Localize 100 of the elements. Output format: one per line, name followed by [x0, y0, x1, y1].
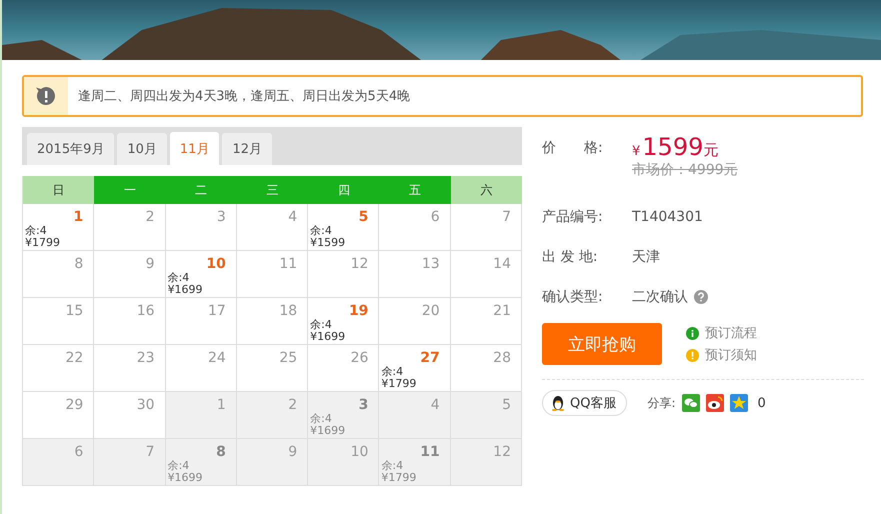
seats-left: 余:4 [310, 319, 333, 331]
day-cell[interactable]: 14 [450, 251, 522, 298]
day-cell[interactable]: 30 [94, 392, 166, 439]
day-cell[interactable]: 19 余:4 ¥1699 [308, 298, 380, 345]
day-cell[interactable]: 8 [23, 251, 94, 298]
day-number: 14 [493, 256, 511, 272]
day-number: 15 [65, 303, 84, 319]
day-cell[interactable]: 18 [236, 298, 308, 345]
notice-text: 逢周二、周四出发为4天3晚，逢周五、周日出发为5天4晚 [78, 88, 410, 105]
day-cell[interactable]: 6 [379, 204, 451, 251]
day-cell[interactable]: 22 [23, 345, 94, 392]
detail-value: 二次确认 [632, 288, 688, 306]
day-cell[interactable]: 21 [450, 298, 522, 345]
day-number: 17 [208, 303, 226, 319]
day-number: 28 [493, 350, 511, 366]
day-cell[interactable]: 9 [94, 251, 166, 298]
price-unit: 元 [703, 141, 718, 160]
day-number: 6 [430, 209, 440, 225]
booking-link[interactable]: 预订须知 [705, 346, 757, 364]
day-cell[interactable]: 13 [379, 251, 451, 298]
day-cell[interactable]: 11 [236, 251, 308, 298]
day-number: 24 [208, 350, 226, 366]
day-cell[interactable]: 15 [23, 298, 94, 345]
month-tab[interactable]: 2015年9月 [27, 133, 114, 165]
day-cell[interactable]: 1 [166, 392, 237, 439]
seats-left: 余:4 [168, 272, 190, 284]
day-cell[interactable]: 26 [308, 345, 380, 392]
day-number: 22 [65, 350, 84, 366]
month-tab[interactable]: 12月 [222, 133, 272, 165]
month-tab[interactable]: 11月 [170, 132, 220, 165]
day-cell[interactable]: 5 余:4 ¥1599 [308, 204, 380, 251]
day-number: 12 [350, 256, 368, 272]
day-cell[interactable]: 24 [166, 345, 237, 392]
day-cell[interactable]: 9 [236, 439, 308, 486]
day-cell[interactable]: 29 [23, 392, 94, 439]
day-number: 3 [216, 209, 226, 225]
detail-value: T1404301 [632, 209, 703, 225]
day-cell[interactable]: 7 [450, 204, 522, 251]
day-cell[interactable]: 20 [379, 298, 451, 345]
day-cell[interactable]: 7 [94, 439, 166, 486]
weekday-header: 四 [308, 176, 380, 204]
day-cell[interactable]: 2 [236, 392, 308, 439]
day-cell[interactable]: 2 [94, 204, 166, 251]
day-cell[interactable]: 28 [450, 345, 522, 392]
day-price: ¥1799 [25, 237, 61, 249]
day-number: 9 [146, 256, 155, 272]
day-cell[interactable]: 23 [94, 345, 166, 392]
seats-left: 余:4 [168, 460, 190, 472]
day-cell[interactable]: 11 余:4 ¥1799 [379, 439, 451, 486]
seats-left: 余:4 [310, 413, 333, 425]
help-icon[interactable] [694, 290, 708, 304]
weekday-header: 五 [379, 176, 451, 204]
day-number: 3 [358, 397, 368, 413]
day-number: 2 [288, 397, 298, 413]
weekday-header: 三 [236, 176, 308, 204]
day-cell[interactable]: 8 余:4 ¥1699 [166, 439, 237, 486]
day-cell[interactable]: 5 [450, 392, 522, 439]
day-number: 6 [74, 444, 84, 460]
alert-icon [35, 85, 57, 107]
day-cell[interactable]: 10 余:4 ¥1699 [166, 251, 237, 298]
day-price: ¥1799 [381, 472, 418, 484]
eye-icon[interactable] [706, 394, 724, 412]
chat-bubbles-icon[interactable] [682, 394, 700, 412]
day-cell[interactable]: 25 [236, 345, 308, 392]
day-cell[interactable]: 3 余:4 ¥1699 [308, 392, 380, 439]
buy-now-button[interactable]: 立即抢购 [542, 323, 662, 365]
day-cell[interactable]: 27 余:4 ¥1799 [379, 345, 451, 392]
day-cell[interactable]: 12 [308, 251, 380, 298]
detail-label: 产品编号: [542, 208, 604, 226]
day-cell[interactable]: 4 [379, 392, 451, 439]
day-cell[interactable]: 3 [166, 204, 237, 251]
day-number: 29 [65, 397, 84, 413]
star-icon[interactable] [730, 394, 748, 412]
day-cell[interactable]: 12 [450, 439, 522, 486]
day-number: 26 [350, 350, 368, 366]
day-price: ¥1699 [310, 425, 346, 437]
penguin-icon [551, 395, 565, 411]
weekday-header: 六 [450, 176, 522, 204]
customer-service-button[interactable]: QQ客服 [542, 390, 628, 416]
day-price: ¥1799 [381, 378, 418, 390]
day-cell[interactable]: 1 余:4 ¥1799 [23, 204, 94, 251]
day-cell[interactable]: 16 [94, 298, 166, 345]
day-price: ¥1699 [168, 284, 204, 296]
warning-icon [686, 348, 699, 362]
day-number: 11 [420, 444, 440, 460]
day-number: 5 [502, 397, 511, 413]
day-cell[interactable]: 4 [236, 204, 308, 251]
seats-left: 余:4 [381, 460, 404, 472]
day-number: 1 [74, 209, 84, 225]
day-number: 9 [288, 444, 298, 460]
day-number: 10 [350, 444, 368, 460]
info-icon [686, 326, 699, 340]
month-tab[interactable]: 10月 [117, 133, 167, 165]
day-cell[interactable]: 17 [166, 298, 237, 345]
booking-link[interactable]: 预订流程 [705, 324, 757, 342]
day-cell[interactable]: 10 [308, 439, 380, 486]
day-cell[interactable]: 6 [23, 439, 94, 486]
day-price: ¥1599 [310, 237, 346, 249]
day-number: 4 [288, 209, 298, 225]
day-number: 30 [136, 397, 155, 413]
